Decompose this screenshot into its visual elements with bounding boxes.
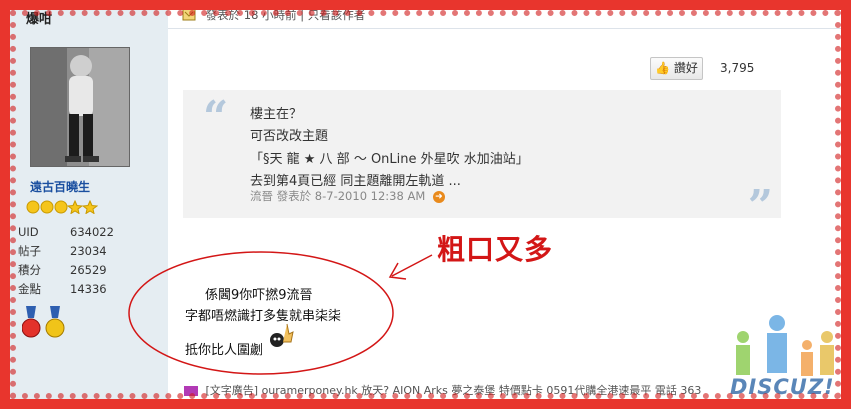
- stat-row: 積分 26529: [18, 261, 128, 280]
- quote-meta: 流晉 發表於 8-7-2010 12:38 AM ➜: [250, 188, 445, 204]
- quote-line: 去到第4頁已經 同主題離開左軌道 ...: [250, 174, 461, 189]
- stat-row: 帖子 23034: [18, 242, 128, 261]
- stat-value: 634022: [70, 225, 114, 239]
- quote-meta-text: 流晉 發表於 8-7-2010 12:38 AM: [250, 189, 426, 203]
- smiley-emoticon-icon: [270, 323, 294, 347]
- quote-line: 樓主在？: [250, 107, 303, 122]
- signature-text[interactable]: [文字廣告] ouramerponey.hk 放天? AION Arks 夢之泰…: [206, 384, 702, 397]
- rank-stars-icon: [26, 200, 98, 214]
- quote-line: 「§天 龍 ★ 八 部 ～ OnLine 外星吹 水加油站」: [250, 152, 529, 167]
- stat-value: 14336: [70, 282, 107, 296]
- stat-row: UID 634022: [18, 223, 128, 242]
- quote-close-icon: ”: [747, 181, 773, 232]
- post-header: 發表於 18 小時前 | 只看該作者: [182, 7, 365, 24]
- like-count: 3,795: [720, 61, 755, 75]
- avatar[interactable]: [30, 47, 130, 167]
- stat-key: 金點: [18, 282, 41, 296]
- author-sidebar: 爆咁 遠古百曉生 UID 634022 帖子 23034 積分 26529 金點…: [0, 0, 168, 409]
- discuz-watermark: DISCUZ!: [730, 375, 835, 399]
- user-rank: 遠古百曉生: [30, 180, 91, 194]
- post-body-line: 抵你比人圍劌: [185, 343, 264, 358]
- author-name[interactable]: 爆咁: [26, 8, 52, 27]
- stat-key: 帖子: [18, 244, 41, 258]
- avatar-photo: [31, 48, 129, 166]
- stat-key: UID: [18, 225, 39, 239]
- post-icon: [182, 7, 196, 24]
- quote-block: “ 樓主在？ 可否改改主題 「§天 龍 ★ 八 部 ～ OnLine 外星吹 水…: [183, 90, 781, 232]
- quote-open-icon: “: [203, 92, 229, 143]
- post-header-divider: [168, 28, 848, 29]
- post-body-line: 字都唔燃識打多隻就串柒柒: [185, 309, 342, 324]
- annotation-label: 粗口又多: [437, 233, 554, 266]
- stat-value: 23034: [70, 244, 107, 258]
- post-timestamp[interactable]: 發表於 18 小時前 | 只看該作者: [206, 8, 366, 22]
- user-stats: UID 634022 帖子 23034 積分 26529 金點 14336: [18, 223, 128, 299]
- stat-key: 積分: [18, 263, 41, 277]
- quote-line: 可否改改主題: [250, 129, 329, 144]
- jump-to-post-icon[interactable]: ➜: [432, 190, 445, 203]
- like-button[interactable]: 👍 讚好: [650, 57, 703, 80]
- stat-value: 26529: [70, 263, 107, 277]
- medal-icons: [22, 306, 65, 338]
- post-body-line: 係閪9你吓撚9流晉: [205, 288, 313, 303]
- like-label: 讚好: [673, 61, 698, 75]
- signature-bar: [文字廣告] ouramerponey.hk 放天? AION Arks 夢之泰…: [184, 382, 701, 398]
- stat-row: 金點 14336: [18, 280, 128, 299]
- ad-icon: [184, 386, 198, 396]
- thumbs-up-icon: 👍: [655, 61, 671, 75]
